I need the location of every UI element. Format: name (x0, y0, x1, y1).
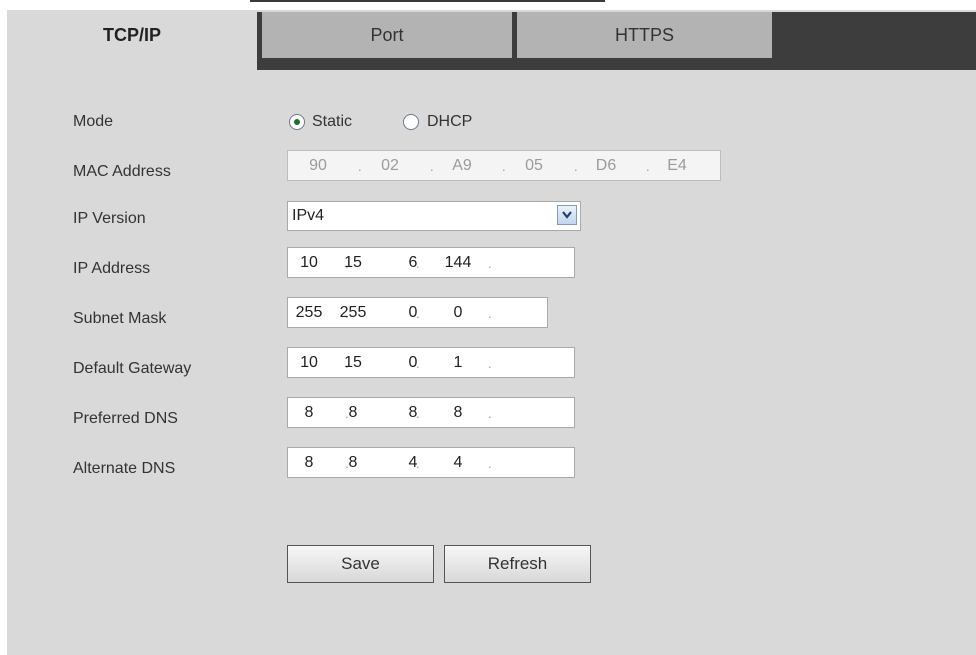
pdns-octet-3[interactable]: 8 (388, 398, 438, 427)
separator: . (488, 356, 492, 371)
refresh-button[interactable]: Refresh (444, 545, 591, 583)
adns-octet-3[interactable]: 4 (388, 448, 438, 477)
adns-octet-1[interactable]: 8 (284, 448, 334, 477)
subnet-octet-4[interactable]: 0 (433, 298, 483, 327)
subnet-mask-label: Subnet Mask (73, 310, 167, 327)
alternate-dns-label: Alternate DNS (73, 460, 176, 477)
mac-octet-1: 90 (309, 157, 327, 174)
static-radio[interactable] (289, 114, 305, 130)
mode-label: Mode (73, 113, 114, 130)
mac-octet-6: E4 (667, 157, 687, 174)
separator: . (488, 306, 492, 321)
separator: . (488, 406, 492, 421)
mac-octet-5: D6 (595, 157, 617, 174)
ip-address-field[interactable]: 10 . 15 . 6 . 144 (287, 247, 575, 278)
adns-octet-4[interactable]: 4 (433, 448, 483, 477)
separator: . (430, 159, 434, 174)
gateway-octet-3[interactable]: 0 (388, 348, 438, 377)
separator: . (574, 159, 578, 174)
separator: . (502, 159, 506, 174)
tab-https[interactable]: HTTPS (517, 12, 772, 58)
tab-tcpip[interactable]: TCP/IP (7, 12, 257, 70)
tab-port[interactable]: Port (262, 12, 512, 58)
pdns-octet-4[interactable]: 8 (433, 398, 483, 427)
ip-address-label: IP Address (73, 260, 151, 277)
dhcp-option-label[interactable]: DHCP (427, 113, 472, 131)
alternate-dns-field[interactable]: 8 . 8 . 4 . 4 (287, 447, 575, 478)
subnet-octet-3[interactable]: 0 (388, 298, 438, 327)
separator: . (488, 256, 492, 271)
mac-octet-3: A9 (452, 157, 472, 174)
radio-selected-dot (294, 119, 300, 125)
ip-version-value: IPv4 (292, 207, 325, 224)
adns-octet-2[interactable]: 8 (328, 448, 378, 477)
mac-octet-4: 05 (525, 157, 543, 174)
subnet-octet-2[interactable]: 255 (328, 298, 378, 327)
save-button[interactable]: Save (287, 545, 434, 583)
gateway-octet-1[interactable]: 10 (284, 348, 334, 377)
ip-octet-3[interactable]: 6 (388, 248, 438, 277)
ip-octet-1[interactable]: 10 (284, 248, 334, 277)
pdns-octet-2[interactable]: 8 (328, 398, 378, 427)
pdns-octet-1[interactable]: 8 (284, 398, 334, 427)
default-gateway-field[interactable]: 10 . 15 . 0 . 1 (287, 347, 575, 378)
ip-octet-4[interactable]: 144 (433, 248, 483, 277)
gateway-octet-2[interactable]: 15 (328, 348, 378, 377)
subnet-mask-field[interactable]: 255 . 255 . 0 . 0 (287, 297, 548, 328)
subnet-octet-1[interactable]: 255 (284, 298, 334, 327)
separator: . (358, 159, 362, 174)
mac-octet-2: 02 (381, 157, 399, 174)
default-gateway-label: Default Gateway (73, 360, 192, 377)
gateway-octet-4[interactable]: 1 (433, 348, 483, 377)
dropdown-arrow[interactable] (557, 205, 577, 225)
separator: . (488, 456, 492, 471)
separator: . (646, 159, 650, 174)
mac-address-label: MAC Address (73, 163, 171, 180)
static-option-label[interactable]: Static (312, 113, 352, 131)
mac-address-field: 90 . 02 . A9 . 05 . D6 . E4 (287, 150, 721, 181)
dhcp-radio[interactable] (403, 114, 419, 130)
preferred-dns-field[interactable]: 8 . 8 . 8 . 8 (287, 397, 575, 428)
tcpip-settings-panel: TCP/IP Port HTTPS Mode Static DHCP MAC A… (7, 10, 976, 655)
ip-version-label: IP Version (73, 210, 146, 227)
ip-octet-2[interactable]: 15 (328, 248, 378, 277)
preferred-dns-label: Preferred DNS (73, 410, 178, 427)
chevron-down-icon (562, 211, 572, 219)
tab-bar: TCP/IP Port HTTPS (7, 12, 976, 70)
top-divider (250, 0, 605, 2)
ip-version-select[interactable]: IPv4 (287, 201, 581, 231)
